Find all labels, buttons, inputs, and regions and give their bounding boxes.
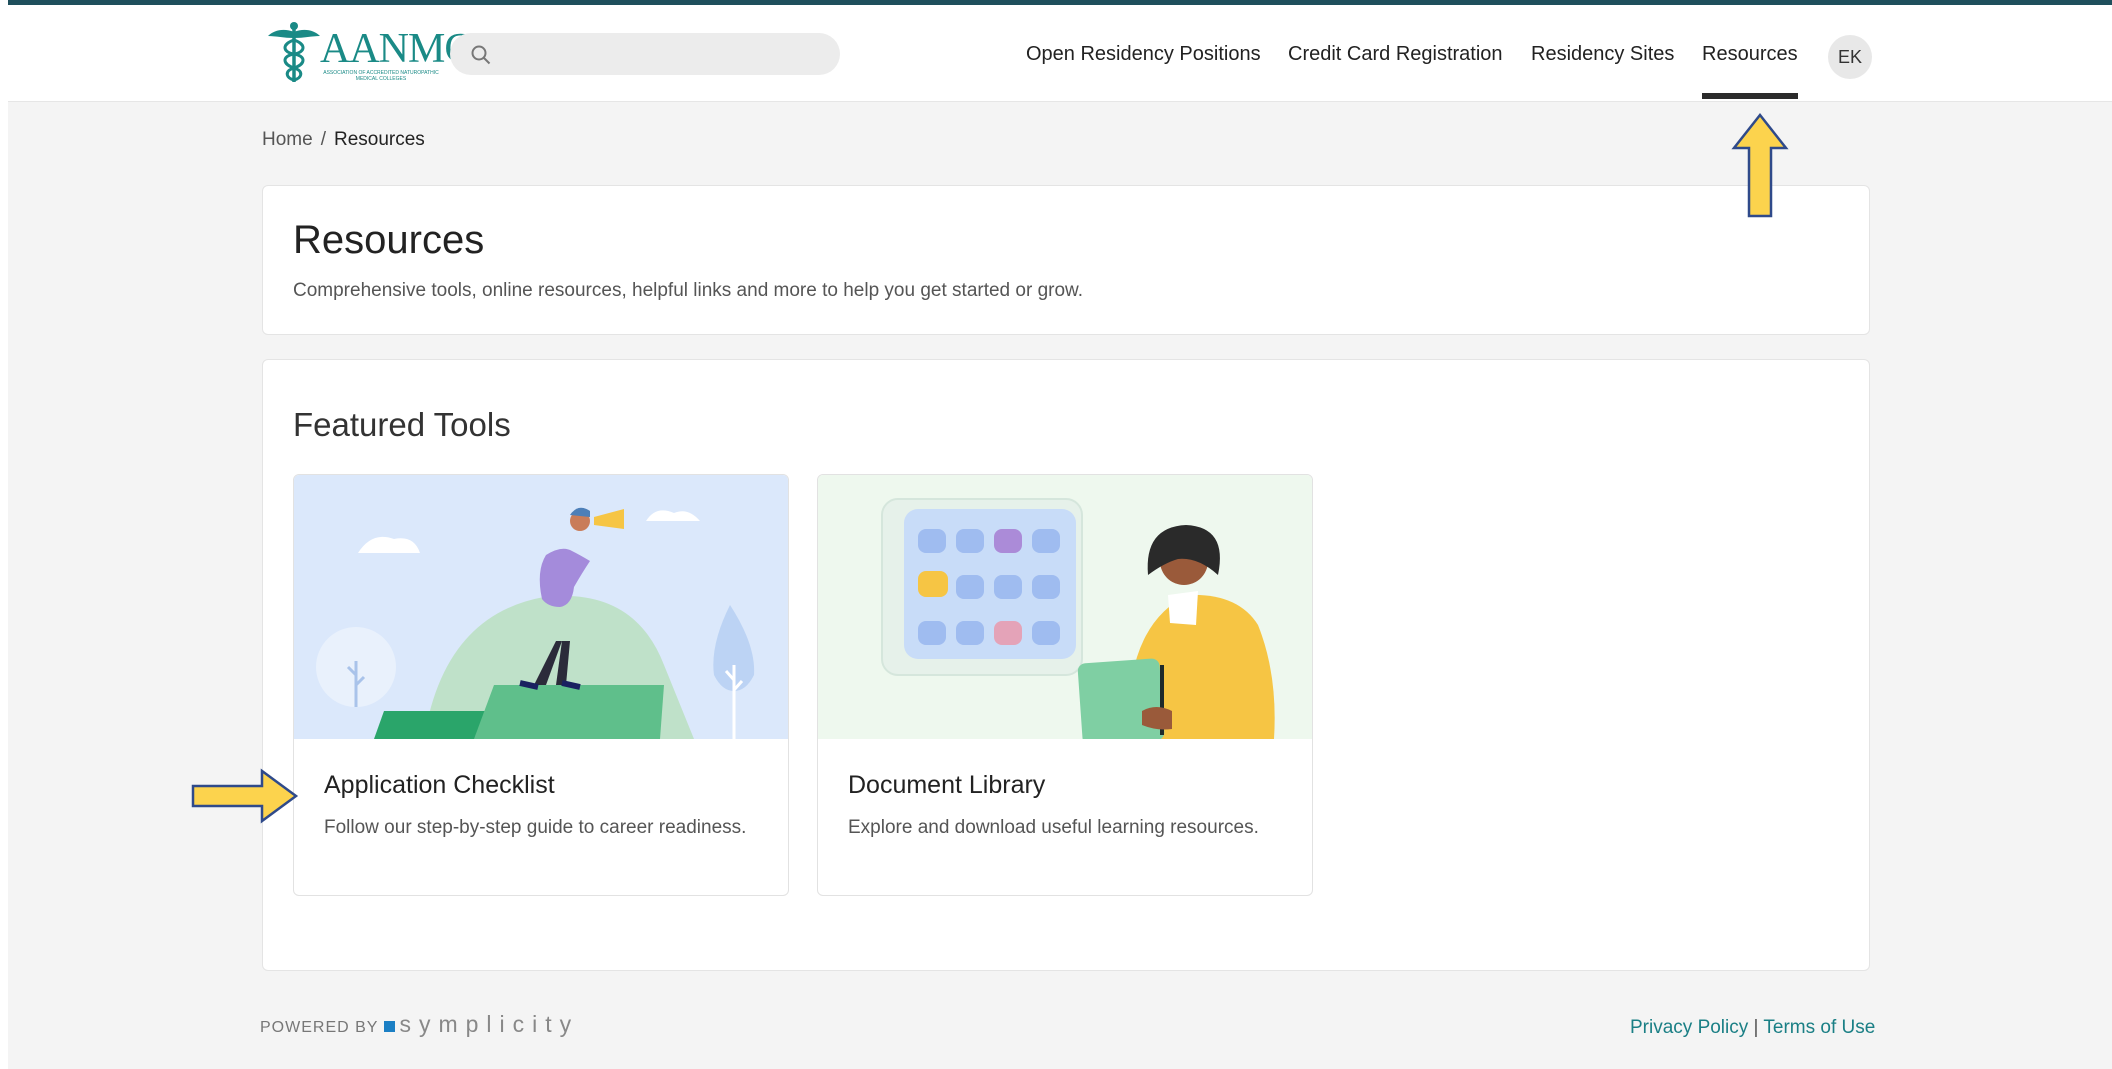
breadcrumb-current: Resources xyxy=(333,129,425,150)
user-avatar[interactable]: EK xyxy=(1828,35,1872,79)
top-navbar: AANMC ASSOCIATION OF ACCREDITED NATUROPA… xyxy=(8,5,2112,102)
nav-credit-card-registration[interactable]: Credit Card Registration xyxy=(1288,43,1503,66)
tool-description: Follow our step-by-step guide to career … xyxy=(324,817,747,838)
active-tab-indicator xyxy=(1702,93,1798,99)
breadcrumb: Home / Resources xyxy=(262,129,425,151)
symplicity-logo-square xyxy=(384,1021,396,1032)
nav-resources[interactable]: Resources xyxy=(1702,43,1798,66)
tool-title[interactable]: Document Library xyxy=(848,771,1045,800)
search-bar[interactable] xyxy=(450,33,840,75)
career-lookout-illustration xyxy=(294,475,788,739)
search-icon xyxy=(471,45,491,65)
footer-links: Privacy Policy | Terms of Use xyxy=(1630,1017,1875,1039)
breadcrumb-separator: / xyxy=(320,129,326,150)
tool-title[interactable]: Application Checklist xyxy=(324,771,555,800)
terms-of-use-link[interactable]: Terms of Use xyxy=(1763,1017,1875,1038)
powered-by: POWERED BY symplicity xyxy=(260,1011,579,1038)
powered-by-label: POWERED BY xyxy=(260,1019,379,1036)
logo-wordmark: AANMC xyxy=(320,26,472,72)
search-input[interactable] xyxy=(504,39,828,71)
aanmc-logo[interactable]: AANMC ASSOCIATION OF ACCREDITED NATUROPA… xyxy=(266,20,472,86)
nav-open-residency-positions[interactable]: Open Residency Positions xyxy=(1026,43,1261,66)
breadcrumb-home[interactable]: Home xyxy=(262,129,313,150)
application-checklist-card[interactable]: Application Checklist Follow our step-by… xyxy=(293,474,789,896)
document-library-card[interactable]: Document Library Explore and download us… xyxy=(817,474,1313,896)
arrow-right-annotation xyxy=(191,768,299,824)
logo-tagline: ASSOCIATION OF ACCREDITED NATUROPATHIC M… xyxy=(323,70,439,82)
caduceus-icon xyxy=(268,22,320,82)
document-library-illustration xyxy=(818,475,1312,739)
page-subtitle: Comprehensive tools, online resources, h… xyxy=(293,280,1083,301)
symplicity-wordmark[interactable]: symplicity xyxy=(399,1011,579,1037)
featured-tools-section: Featured Tools Application Checklist Fol… xyxy=(262,359,1870,971)
tool-description: Explore and download useful learning res… xyxy=(848,817,1259,838)
featured-tools-title: Featured Tools xyxy=(293,406,511,443)
page-frame: AANMC ASSOCIATION OF ACCREDITED NATUROPA… xyxy=(8,0,2112,1069)
arrow-up-annotation xyxy=(1731,112,1789,218)
page-title: Resources xyxy=(293,218,485,262)
footer-separator: | xyxy=(1753,1017,1759,1038)
nav-residency-sites[interactable]: Residency Sites xyxy=(1531,43,1674,66)
privacy-policy-link[interactable]: Privacy Policy xyxy=(1630,1017,1748,1038)
resources-header-card: Resources Comprehensive tools, online re… xyxy=(262,185,1870,335)
